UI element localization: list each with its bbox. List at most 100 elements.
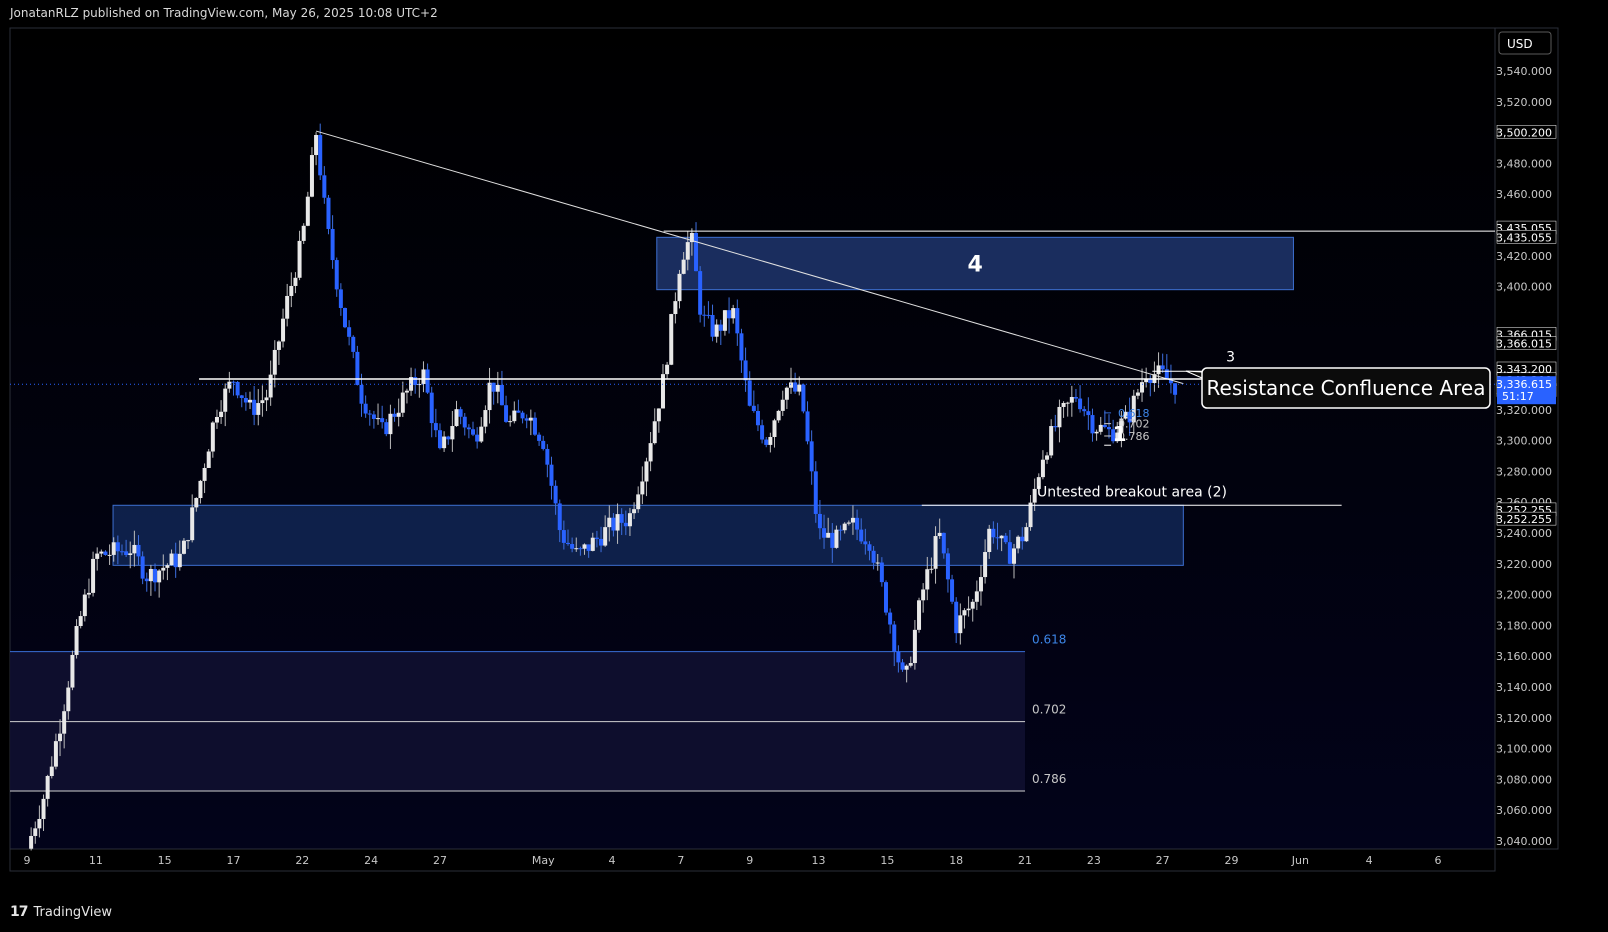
candle-body [520,412,525,419]
candle-body [264,397,269,401]
time-tick-label: 4 [1366,854,1373,867]
candle-body [739,333,744,361]
price-tick-label: 3,120.000 [1496,712,1552,725]
candle-body [1028,502,1033,528]
candle-body [557,503,562,531]
candle-body [809,441,814,472]
candle-body [202,467,207,481]
candle-body [326,197,331,229]
tradingview-logo-icon: 17 [10,904,29,920]
candle-body [1078,398,1083,410]
callout-label: Resistance Confluence Area [1207,376,1486,400]
candle-body [1024,527,1029,542]
time-tick-label: 23 [1087,854,1101,867]
candle-body [33,828,38,836]
candle-body [1065,402,1070,404]
candle-body [433,423,438,431]
candle-body [582,544,587,549]
fib-band-0 [10,651,1026,722]
candle-body [437,430,442,449]
candle-body [681,259,686,274]
candle-body [541,440,546,449]
candle-body [755,410,760,426]
candle-body [888,612,893,625]
tradingview-logo[interactable]: 17 TradingView [10,904,112,920]
price-tick-label: 3,280.000 [1496,465,1552,478]
candle-body [603,527,608,546]
candle-body [933,536,938,569]
candle-body [136,544,141,557]
fib-label-0.702: 0.702 [1032,703,1066,717]
candle-body [462,416,467,428]
candle-body [471,429,476,435]
candle-body [706,314,711,316]
candle-body [892,624,897,652]
candle-body [615,514,620,531]
price-tick-label: 3,080.000 [1496,773,1552,786]
candle-body [140,556,145,579]
candle-body [70,654,75,688]
candle-body [776,410,781,421]
candle-body [826,532,831,538]
candle-body [859,529,864,542]
currency-label: USD [1507,37,1533,51]
candle-body [392,413,397,417]
candle-body [574,548,579,550]
candle-body [78,616,83,627]
candle-body [747,380,752,406]
candle-body [342,307,347,328]
candle-body [780,399,785,411]
candle-body [834,529,839,548]
candle-body [842,523,847,531]
candle-body [855,517,860,530]
candle-body [148,569,153,582]
time-tick-label: 29 [1225,854,1239,867]
candle-body [62,711,67,734]
candle-body [669,314,674,365]
candle-body [458,409,463,417]
candle-body [900,662,905,670]
candle-body [45,776,50,799]
candle-body [466,427,471,430]
price-tick-label: 3,400.000 [1496,281,1552,294]
candle-body [735,308,740,334]
price-tick-label: 3,300.000 [1496,435,1552,448]
candle-body [565,542,570,545]
candle-body [297,240,302,278]
candle-body [107,554,112,556]
candle-body [272,349,277,375]
candle-body [516,410,521,413]
candle-body [665,364,670,375]
candle-body [883,582,888,613]
price-tick-label: 3,420.000 [1496,250,1552,263]
candle-body [623,522,628,527]
candlestick-chart[interactable]: 0.6180.7020.786 4 30.6180.7020.7861Untes… [0,0,1608,932]
price-tick-label: 3,180.000 [1496,619,1552,632]
candle-body [698,271,703,315]
candle-body [194,498,199,508]
candle-body [29,835,34,849]
time-tick-label: May [532,854,555,867]
candle-body [508,421,513,423]
candle-body [479,426,484,442]
price-tick-label: 3,100.000 [1496,743,1552,756]
candle-body [875,562,880,564]
candle-body [702,314,707,316]
candle-body [301,225,306,241]
candle-body [1086,411,1091,416]
candle-body [850,517,855,523]
candle-body [528,417,533,421]
candle-body [186,540,191,542]
candle-body [1045,455,1050,460]
candle-body [475,434,480,442]
candle-body [347,327,352,337]
price-marker-label: 3,500.200 [1496,126,1552,139]
zone-label-4: 4 [967,253,982,278]
candle-body [830,532,835,548]
candle-body [945,553,950,580]
candle-body [904,665,909,670]
candle-body [789,382,794,388]
time-tick-label: 9 [746,854,753,867]
candle-body [813,471,818,514]
candle-body [359,384,364,404]
